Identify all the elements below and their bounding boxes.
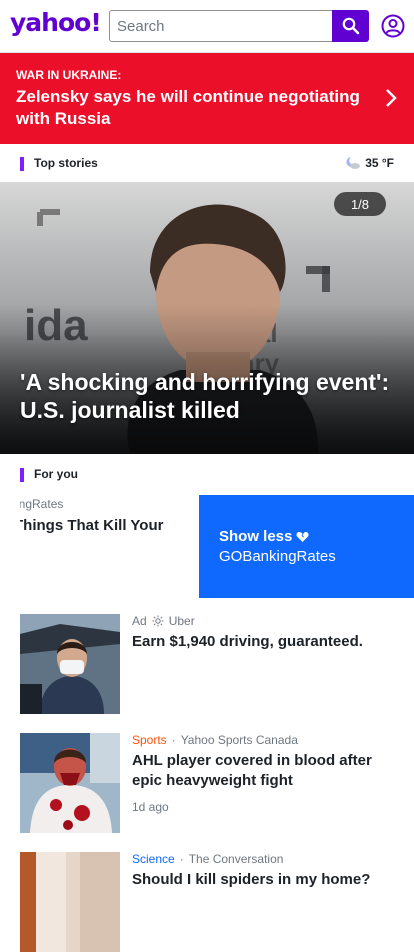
top-stories-header: Top stories 35 °F	[0, 146, 414, 182]
meta-separator: ·	[179, 852, 184, 866]
top-header: yahoo!	[0, 0, 414, 53]
breaking-news-banner[interactable]: WAR IN UKRAINE: Zelensky says he will co…	[0, 53, 414, 144]
story-item[interactable]: Science · The Conversation Should I kill…	[0, 852, 414, 952]
partly-cloudy-night-icon	[346, 157, 361, 169]
hero-story[interactable]: ida nal ary 1/8 'A shocking and horrifyi…	[0, 182, 414, 454]
show-less-card[interactable]: Show less GOBankingRates	[199, 495, 414, 598]
ad-label: Ad	[132, 614, 147, 628]
alert-headline[interactable]: Zelensky says he will continue negotiati…	[16, 86, 366, 130]
for-you-carousel[interactable]: cingRates Things That Kill Your Show les…	[0, 495, 414, 598]
story-category[interactable]: Science	[132, 852, 175, 866]
story-item[interactable]: Sports · Yahoo Sports Canada AHL player …	[0, 733, 414, 833]
story-meta: Sports · Yahoo Sports Canada	[132, 733, 298, 747]
story-time: 1d ago	[132, 800, 169, 814]
meta-separator: ·	[171, 733, 176, 747]
slide-counter: 1/8	[334, 192, 386, 216]
user-profile-icon	[381, 14, 405, 38]
card-title[interactable]: Things That Kill Your	[20, 517, 163, 534]
yahoo-logo[interactable]: yahoo!	[10, 8, 102, 37]
for-you-label: For you	[34, 467, 78, 481]
sponsor-sun-icon	[152, 615, 164, 627]
section-marker	[20, 157, 24, 171]
for-you-header: For you	[0, 457, 414, 493]
search-icon	[342, 17, 359, 35]
story-thumbnail[interactable]	[20, 852, 120, 952]
story-item[interactable]: Ad Uber Earn $1,940 driving, guaranteed.	[0, 614, 414, 714]
chevron-right-icon[interactable]	[384, 88, 398, 108]
story-thumbnail[interactable]	[20, 733, 120, 833]
show-less-source: GOBankingRates	[219, 548, 336, 565]
broken-heart-icon	[296, 531, 309, 542]
hero-headline[interactable]: 'A shocking and horrifying event': U.S. …	[20, 368, 405, 424]
show-less-label: Show less	[219, 528, 293, 545]
show-less-button[interactable]: Show less	[219, 528, 309, 545]
story-source: The Conversation	[188, 852, 284, 866]
section-marker	[20, 468, 24, 482]
spider-home-image	[20, 852, 120, 952]
top-stories-label: Top stories	[34, 156, 98, 170]
story-meta: Science · The Conversation	[132, 852, 283, 866]
search-input[interactable]	[110, 11, 332, 41]
story-title[interactable]: Earn $1,940 driving, guaranteed.	[132, 632, 397, 652]
search-button[interactable]	[332, 10, 369, 42]
car-driver-image	[20, 614, 120, 714]
weather-widget[interactable]: 35 °F	[345, 156, 394, 170]
story-source: Yahoo Sports Canada	[180, 733, 298, 747]
story-title[interactable]: Should I kill spiders in my home?	[132, 870, 397, 890]
alert-kicker: WAR IN UKRAINE:	[16, 68, 122, 82]
weather-temperature: 35 °F	[365, 156, 394, 170]
carousel-card[interactable]: cingRates Things That Kill Your	[20, 495, 199, 598]
card-source: cingRates	[20, 497, 64, 511]
search-box[interactable]	[109, 10, 332, 42]
story-thumbnail[interactable]	[20, 614, 120, 714]
story-source: Uber	[168, 614, 195, 628]
profile-button[interactable]	[380, 13, 406, 39]
hockey-player-image	[20, 733, 120, 833]
story-meta: Ad Uber	[132, 614, 195, 628]
story-title[interactable]: AHL player covered in blood after epic h…	[132, 751, 397, 791]
story-category[interactable]: Sports	[132, 733, 167, 747]
